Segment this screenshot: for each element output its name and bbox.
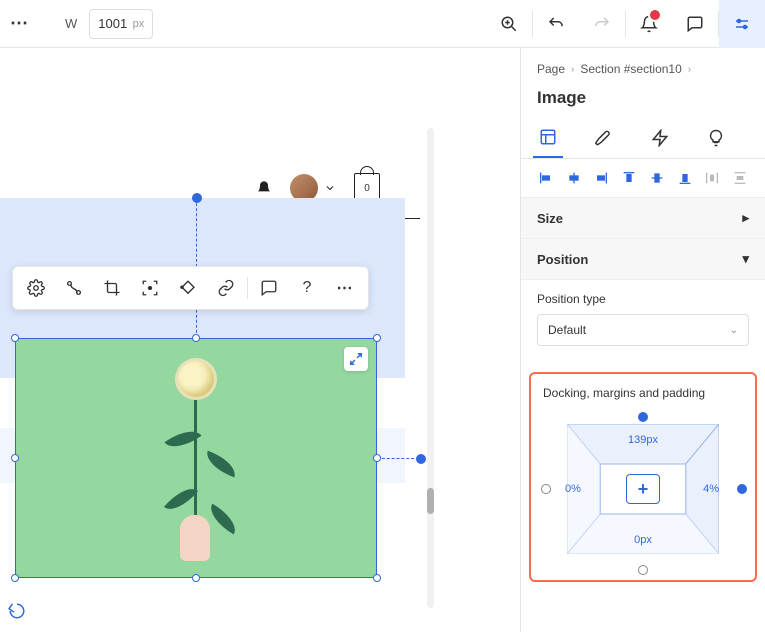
dock-left[interactable] <box>541 484 551 494</box>
margin-left-value[interactable]: 0% <box>565 483 581 495</box>
docking-diagram: + 139px 4% 0px 0% <box>547 414 739 564</box>
width-label: W <box>65 16 77 31</box>
resize-handle[interactable] <box>192 574 200 582</box>
chevron-down-icon: ▾ <box>742 251 749 267</box>
chevron-down-icon <box>324 182 336 194</box>
docking-section: Docking, margins and padding + 139px 4% … <box>529 372 757 582</box>
main-area: 0 <box>0 48 765 632</box>
zoom-in-icon[interactable] <box>486 0 532 48</box>
align-center-h-icon[interactable] <box>565 169 583 187</box>
notifications-icon[interactable] <box>626 0 672 48</box>
tab-layout[interactable] <box>533 120 563 158</box>
separator <box>247 277 248 299</box>
margin-bottom-value[interactable]: 0px <box>634 534 652 546</box>
position-type-select[interactable]: Default ⌄ <box>537 314 749 346</box>
docking-label: Docking, margins and padding <box>543 386 747 400</box>
resize-handle[interactable] <box>192 334 200 342</box>
topbar-left: ⋯ W 1001 px <box>0 9 153 39</box>
position-section-header[interactable]: Position ▾ <box>521 239 765 280</box>
distribute-h-icon[interactable] <box>704 169 722 187</box>
inspector-toggle-icon[interactable] <box>719 0 765 48</box>
selected-image[interactable] <box>15 338 377 578</box>
undo-icon[interactable] <box>533 0 579 48</box>
floating-toolbar: ? ⋯ <box>12 266 369 310</box>
bell-icon[interactable] <box>256 180 272 196</box>
dock-anchor-right[interactable] <box>416 454 426 464</box>
expand-icon[interactable] <box>344 347 368 371</box>
more-icon[interactable]: ⋯ <box>4 13 35 34</box>
resize-handle[interactable] <box>11 454 19 462</box>
distribute-v-icon[interactable] <box>731 169 749 187</box>
dock-right[interactable] <box>737 484 747 494</box>
redo-icon[interactable] <box>579 0 625 48</box>
comments-icon[interactable] <box>672 0 718 48</box>
viewport-width-value: 1001 <box>98 16 127 31</box>
breadcrumb[interactable]: Page › Section #section10 › <box>521 48 765 82</box>
align-center-v-icon[interactable] <box>648 169 666 187</box>
padding-add-button[interactable]: + <box>626 474 660 504</box>
viewport-width-input[interactable]: 1001 px <box>89 9 153 39</box>
chevron-down-icon: ⌄ <box>730 325 738 336</box>
more-actions-icon[interactable]: ⋯ <box>326 269 364 307</box>
scrollbar-thumb[interactable] <box>427 488 434 514</box>
dock-bottom[interactable] <box>638 565 648 575</box>
resize-handle[interactable] <box>373 454 381 462</box>
position-section: Position type Default ⌄ <box>521 280 765 358</box>
panel-title: Image <box>521 82 765 120</box>
tab-interactions[interactable] <box>645 120 675 158</box>
top-bar: ⋯ W 1001 px <box>0 0 765 48</box>
comment-icon[interactable] <box>250 269 288 307</box>
dock-anchor-top[interactable] <box>192 193 202 203</box>
cart-count: 0 <box>364 183 370 194</box>
resize-handle[interactable] <box>11 334 19 342</box>
focal-point-icon[interactable] <box>131 269 169 307</box>
inspector-panel: Page › Section #section10 › Image Size ▸ <box>520 48 765 632</box>
help-icon[interactable]: ? <box>288 269 326 307</box>
resize-handle[interactable] <box>373 574 381 582</box>
chevron-right-icon: › <box>571 64 574 75</box>
position-label: Position <box>537 252 588 267</box>
resize-handle[interactable] <box>11 574 19 582</box>
image-content <box>136 361 256 561</box>
align-right-icon[interactable] <box>593 169 611 187</box>
reset-icon[interactable] <box>8 602 28 622</box>
canvas[interactable]: 0 <box>0 48 520 632</box>
canvas-scrollbar[interactable] <box>427 128 434 608</box>
margin-right-value[interactable]: 4% <box>703 483 719 495</box>
settings-icon[interactable] <box>17 269 55 307</box>
animation-icon[interactable] <box>169 269 207 307</box>
size-label: Size <box>537 211 563 226</box>
crop-icon[interactable] <box>93 269 131 307</box>
crumb-item[interactable]: Section #section10 <box>580 62 681 76</box>
panel-tabs <box>521 120 765 159</box>
alignment-row <box>521 159 765 198</box>
dock-guide-horizontal <box>377 458 419 459</box>
tab-design[interactable] <box>589 120 619 158</box>
position-type-value: Default <box>548 323 586 337</box>
resize-handle[interactable] <box>373 334 381 342</box>
topbar-right <box>486 0 765 47</box>
crumb-root[interactable]: Page <box>537 62 565 76</box>
chevron-right-icon: ▸ <box>742 210 749 226</box>
tab-ideas[interactable] <box>701 120 731 158</box>
size-section-header[interactable]: Size ▸ <box>521 198 765 239</box>
path-icon[interactable] <box>55 269 93 307</box>
position-type-label: Position type <box>537 292 749 306</box>
dock-top[interactable] <box>638 412 648 422</box>
link-icon[interactable] <box>207 269 245 307</box>
chevron-right-icon: › <box>688 64 691 75</box>
align-bottom-icon[interactable] <box>676 169 694 187</box>
margin-top-value[interactable]: 139px <box>628 434 658 446</box>
align-left-icon[interactable] <box>537 169 555 187</box>
unit-label: px <box>133 18 145 30</box>
align-top-icon[interactable] <box>620 169 638 187</box>
